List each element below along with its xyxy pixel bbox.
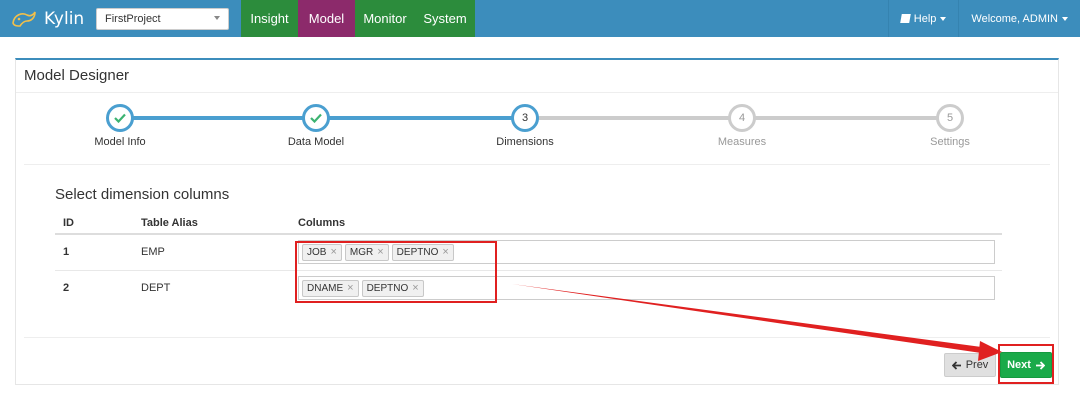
project-select[interactable]: FirstProject [96,8,229,30]
caret-down-icon [940,16,947,21]
table-row: 2 DEPT DNAME × DEPTNO × [55,269,1002,306]
section-title: Select dimension columns [55,186,230,203]
annotation-box-columns [295,241,497,303]
top-navbar: Kylin FirstProject Insight Model Monitor… [0,0,1080,37]
divider [24,164,1050,165]
table-header-row: ID Table Alias Columns [55,212,1002,235]
step-1-circle[interactable] [106,104,134,132]
book-icon [899,14,911,23]
nav-right: Help Welcome, ADMIN [887,0,1080,37]
header-table-alias: Table Alias [133,212,290,235]
table-row: 1 EMP JOB × MGR × DEPTNO × [55,233,1002,270]
row-alias: EMP [133,233,290,270]
check-icon [114,113,126,123]
step-5-circle[interactable]: 5 [936,104,964,132]
dimension-table: ID Table Alias Columns 1 EMP JOB × MGR × D… [55,212,1002,306]
arrow-left-icon [951,360,961,370]
caret-down-icon [1062,16,1068,21]
step-4-circle[interactable]: 4 [728,104,756,132]
tab-system[interactable]: System [415,0,475,37]
row-id: 2 [55,269,133,306]
step-3-label[interactable]: Dimensions [455,136,595,148]
main-tabs: Insight Model Monitor System [241,0,475,37]
step-2-circle[interactable] [302,104,330,132]
prev-button[interactable]: Prev [944,353,996,377]
brand-name: Kylin [44,8,85,29]
step-5-label[interactable]: Settings [880,136,1020,148]
step-1-label[interactable]: Model Info [50,136,190,148]
tab-insight[interactable]: Insight [241,0,298,37]
project-select-value: FirstProject [105,13,161,25]
user-label: Welcome, ADMIN [971,12,1058,25]
row-id: 1 [55,233,133,270]
help-label: Help [913,12,937,25]
divider [24,337,1050,338]
tab-model[interactable]: Model [298,0,355,37]
row-alias: DEPT [133,269,290,306]
tab-monitor[interactable]: Monitor [355,0,415,37]
help-menu[interactable]: Help [887,0,959,37]
step-2-label[interactable]: Data Model [246,136,386,148]
annotation-box-next [998,344,1054,384]
step-3-circle[interactable]: 3 [511,104,539,132]
user-menu[interactable]: Welcome, ADMIN [958,0,1080,37]
check-icon [310,113,322,123]
step-4-label[interactable]: Measures [672,136,812,148]
panel-title: Model Designer [24,67,130,84]
header-id: ID [55,212,133,235]
caret-down-icon [214,16,220,20]
model-designer-panel: Model Designer Model Info Data Model 3 D… [15,58,1059,385]
prev-label: Prev [965,359,989,371]
brand[interactable]: Kylin [0,0,88,37]
header-columns: Columns [290,212,1002,235]
kylin-logo-icon [12,11,36,27]
divider [16,92,1058,93]
